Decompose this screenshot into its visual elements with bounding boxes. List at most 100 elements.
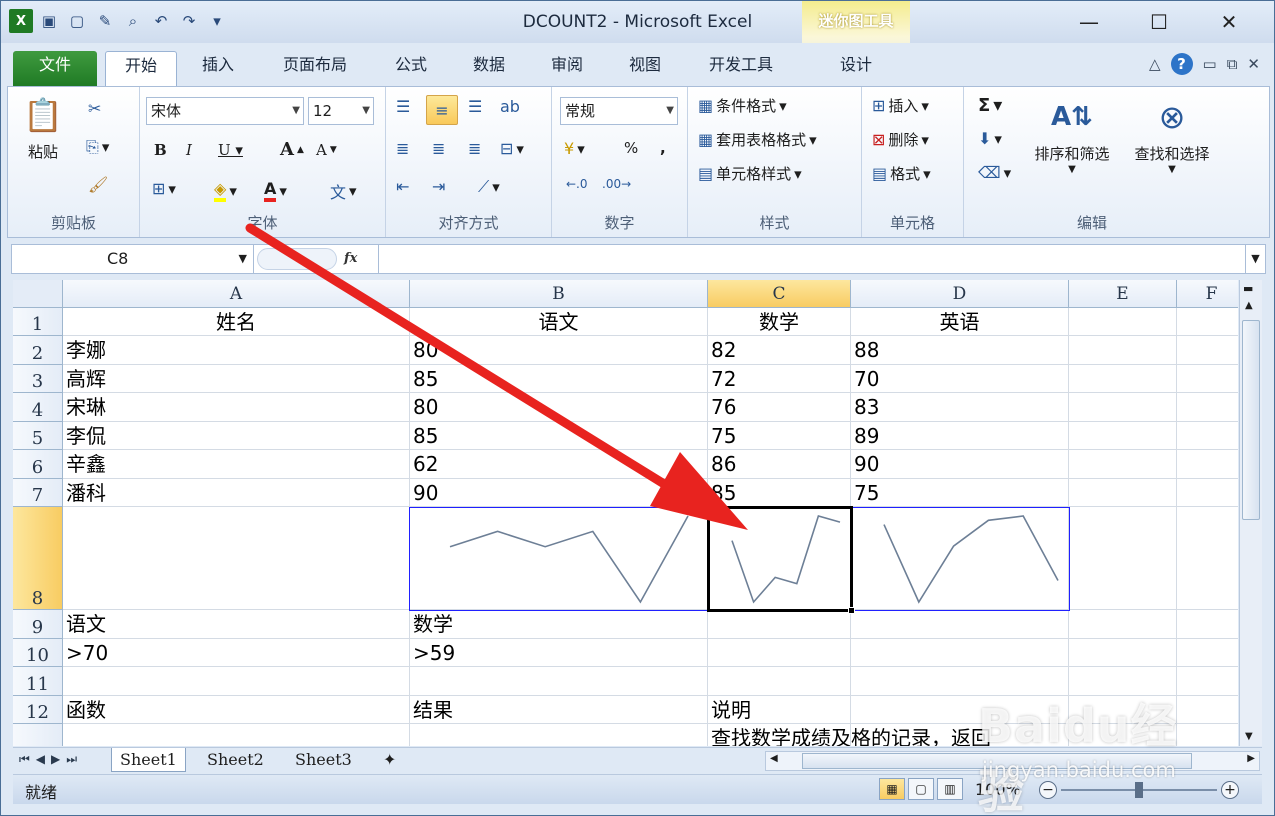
table-cell[interactable] <box>851 610 1069 639</box>
table-cell[interactable]: 76 <box>708 393 851 422</box>
table-cell[interactable] <box>1069 639 1177 667</box>
scroll-right-icon[interactable]: ▶ <box>1247 753 1255 764</box>
table-cell[interactable] <box>1069 308 1177 336</box>
insert-sheet-icon[interactable]: ✦ <box>375 748 404 772</box>
table-cell[interactable] <box>1177 308 1238 336</box>
phonetic-button[interactable]: 文 ▾ <box>330 179 357 203</box>
formula-bar-splitter[interactable] <box>257 248 337 270</box>
table-cell[interactable] <box>1069 422 1177 450</box>
table-cell[interactable]: 72 <box>708 365 851 393</box>
copy-button[interactable]: ⎘ ▾ <box>86 137 109 157</box>
table-cell[interactable] <box>1177 450 1238 479</box>
table-cell[interactable] <box>708 610 851 639</box>
insert-function-button[interactable]: fx <box>344 245 374 273</box>
table-cell[interactable]: 语文 <box>410 308 708 336</box>
table-cell[interactable] <box>1177 422 1238 450</box>
sheet-tab-2[interactable]: Sheet2 <box>199 748 272 772</box>
clear-button[interactable]: ⌫ ▾ <box>978 163 1011 182</box>
table-cell[interactable] <box>1069 507 1177 610</box>
table-cell[interactable]: 辛鑫 <box>63 450 410 479</box>
italic-button[interactable]: I <box>186 141 192 159</box>
table-cell[interactable] <box>63 667 410 696</box>
fill-color-button[interactable]: ◈ ▾ <box>214 179 237 202</box>
table-cell[interactable] <box>708 667 851 696</box>
table-cell[interactable]: >70 <box>63 639 410 667</box>
table-cell[interactable] <box>1069 336 1177 365</box>
sort-filter-button[interactable]: A⇅ 排序和筛选 ▼ <box>1024 95 1120 175</box>
scroll-up-icon[interactable]: ▲ <box>1245 300 1253 311</box>
table-cell[interactable]: 说明 <box>708 696 851 724</box>
scroll-down-icon[interactable]: ▼ <box>1245 731 1253 742</box>
table-cell[interactable]: 80 <box>410 393 708 422</box>
column-header-a[interactable]: A <box>63 280 410 308</box>
table-cell[interactable] <box>63 507 410 610</box>
grow-font-button[interactable]: A ▲ <box>280 139 304 160</box>
text-direction-button[interactable]: ⟋ ▾ <box>478 177 500 197</box>
row-header[interactable]: 6 <box>13 450 63 479</box>
comma-button[interactable]: , <box>660 139 666 157</box>
table-cell[interactable] <box>1177 336 1238 365</box>
name-box[interactable]: C8 ▼ <box>12 245 254 273</box>
align-middle-button[interactable]: ≡ <box>426 95 458 125</box>
doc-restore-icon[interactable]: ⧉ <box>1227 55 1238 73</box>
row-header[interactable]: 12 <box>13 696 63 724</box>
row-header[interactable]: 1 <box>13 308 63 336</box>
table-cell[interactable] <box>410 724 708 746</box>
fill-button[interactable]: ⬇ ▾ <box>978 129 1002 148</box>
row-header[interactable] <box>13 724 63 746</box>
row-header[interactable]: 10 <box>13 639 63 667</box>
increase-decimal-button[interactable]: ←.0 <box>566 177 588 191</box>
format-as-table-button[interactable]: ▦ 套用表格格式 ▾ <box>698 129 817 150</box>
vertical-scroll-thumb[interactable] <box>1242 320 1260 520</box>
accounting-format-button[interactable]: ¥ ▾ <box>564 139 585 158</box>
table-cell[interactable] <box>1177 365 1238 393</box>
column-header-c[interactable]: C <box>708 280 851 308</box>
table-cell[interactable]: 83 <box>851 393 1069 422</box>
table-cell[interactable]: 85 <box>708 479 851 507</box>
table-cell[interactable]: 英语 <box>851 308 1069 336</box>
tab-home[interactable]: 开始 <box>105 51 177 87</box>
tab-formulas[interactable]: 公式 <box>381 51 441 87</box>
column-header-e[interactable]: E <box>1069 280 1177 308</box>
close-icon[interactable]: ✕ <box>1194 7 1264 37</box>
table-cell[interactable]: 李娜 <box>63 336 410 365</box>
row-header[interactable]: 8 <box>13 507 63 610</box>
format-painter-button[interactable]: 🖌 <box>88 175 108 194</box>
page-layout-view-icon[interactable]: ▢ <box>908 778 934 800</box>
cell-styles-button[interactable]: ▤ 单元格样式 ▾ <box>698 163 802 184</box>
table-cell[interactable] <box>63 724 410 746</box>
doc-minimize-icon[interactable]: ▭ <box>1203 55 1217 73</box>
normal-view-icon[interactable]: ▦ <box>879 778 905 800</box>
shrink-font-button[interactable]: A ▼ <box>316 141 337 159</box>
orientation-button[interactable]: ab <box>500 97 520 116</box>
align-left-button[interactable]: ≣ <box>396 139 409 158</box>
align-bottom-button[interactable]: ☰ <box>468 97 482 116</box>
table-cell[interactable]: 语文 <box>63 610 410 639</box>
insert-cells-button[interactable]: ⊞ 插入 ▾ <box>872 95 929 116</box>
worksheet-grid[interactable]: A B C D E F 1 姓名 语文 数学 英语 2 李娜 80 82 88 3 高辉 85 72 70 4… <box>13 280 1238 746</box>
paste-button[interactable]: 📋 粘贴 <box>18 93 68 162</box>
percent-button[interactable]: % <box>624 139 638 157</box>
table-cell[interactable]: 宋琳 <box>63 393 410 422</box>
table-cell[interactable]: 李侃 <box>63 422 410 450</box>
minimize-ribbon-icon[interactable]: △ <box>1149 55 1161 73</box>
split-box-icon[interactable]: ▬ <box>1243 282 1253 295</box>
table-cell[interactable]: 62 <box>410 450 708 479</box>
table-cell[interactable]: 82 <box>708 336 851 365</box>
table-cell[interactable]: >59 <box>410 639 708 667</box>
table-cell[interactable]: 75 <box>708 422 851 450</box>
table-cell[interactable]: 查找数学成绩及格的记录，返回 <box>708 724 991 746</box>
table-cell[interactable]: 结果 <box>410 696 708 724</box>
doc-close-icon[interactable]: ✕ <box>1247 55 1260 73</box>
sheet-tab-3[interactable]: Sheet3 <box>287 748 360 772</box>
table-cell[interactable] <box>1069 610 1177 639</box>
number-format-combo[interactable]: 常规 ▼ <box>560 97 678 125</box>
tab-file[interactable]: 文件 <box>13 51 97 87</box>
row-header[interactable]: 9 <box>13 610 63 639</box>
sheet-nav-buttons[interactable]: ⏮◀▶⏭ <box>19 752 83 767</box>
table-cell[interactable]: 80 <box>410 336 708 365</box>
find-select-button[interactable]: ⊗ 查找和选择 ▼ <box>1124 95 1220 175</box>
increase-indent-button[interactable]: ⇥ <box>432 177 445 196</box>
align-center-button[interactable]: ≣ <box>432 139 445 158</box>
align-top-button[interactable]: ☰ <box>396 97 410 116</box>
